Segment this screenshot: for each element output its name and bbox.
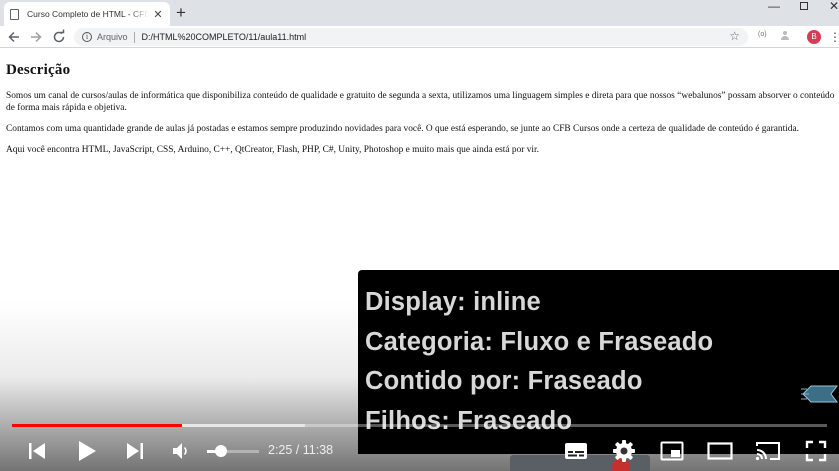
window-close-button[interactable]: ✕ <box>820 0 839 18</box>
paragraph: Contamos com uma quantidade grande de au… <box>6 124 799 134</box>
star-icon[interactable]: ☆ <box>729 29 740 43</box>
overlay-line: Filhos: Fraseado <box>365 407 573 435</box>
play-icon[interactable] <box>77 440 97 462</box>
file-icon <box>10 8 19 20</box>
tab-strip: Curso Completo de HTML - CFB Cursos ✕ + … <box>0 0 839 26</box>
new-tab-button[interactable]: + <box>176 3 186 23</box>
address-bar[interactable]: i Arquivo D:/HTML%20COMPLETO/11/aula11.h… <box>74 28 748 46</box>
previous-icon[interactable] <box>27 441 47 461</box>
profile-icon[interactable]: B <box>807 30 821 44</box>
progress-bar[interactable] <box>12 424 827 427</box>
next-icon[interactable] <box>125 441 145 461</box>
reload-icon[interactable] <box>51 29 67 45</box>
fullscreen-icon[interactable] <box>805 440 827 462</box>
progress-played <box>12 424 182 427</box>
address-chip: Arquivo <box>97 32 128 42</box>
browser-tab[interactable]: Curso Completo de HTML - CFB Cursos ✕ <box>4 2 170 26</box>
settings-icon[interactable] <box>612 439 636 463</box>
extension-icon[interactable]: (o) <box>758 31 767 38</box>
maximize-button[interactable] <box>790 0 818 18</box>
overlay-line: Contido por: Fraseado <box>365 367 643 395</box>
page-heading: Descrição <box>6 62 71 78</box>
address-url[interactable]: D:/HTML%20COMPLETO/11/aula11.html <box>142 32 307 42</box>
tab-title: Curso Completo de HTML - CFB Cursos <box>27 9 148 19</box>
captions-icon[interactable] <box>564 442 588 460</box>
time-display: 2:25 / 11:38 <box>268 443 334 457</box>
volume-icon[interactable] <box>172 441 190 461</box>
channel-logo <box>801 383 839 405</box>
tab-close-icon[interactable]: ✕ <box>152 8 164 21</box>
address-separator <box>133 31 135 43</box>
back-icon[interactable] <box>6 29 22 45</box>
browser-toolbar: i Arquivo D:/HTML%20COMPLETO/11/aula11.h… <box>0 26 839 48</box>
overlay-line: Categoria: Fluxo e Fraseado <box>365 328 714 356</box>
paragraph: Aqui você encontra HTML, JavaScript, CSS… <box>6 145 539 155</box>
miniplayer-icon[interactable] <box>660 441 684 461</box>
paragraph: Somos um canal de cursos/aulas de inform… <box>6 91 835 113</box>
page-content: Descrição Somos um canal de cursos/aulas… <box>6 62 838 165</box>
maximize-icon <box>800 2 808 10</box>
info-icon[interactable]: i <box>82 32 92 42</box>
theater-icon[interactable] <box>707 442 733 460</box>
cast-icon[interactable] <box>755 440 781 462</box>
menu-icon[interactable]: ⋮ <box>829 29 839 45</box>
volume-knob[interactable] <box>215 445 227 457</box>
account-icon[interactable] <box>780 31 790 41</box>
overlay-line: Display: inline <box>365 288 541 316</box>
minimize-button[interactable]: — <box>760 0 788 18</box>
forward-icon[interactable] <box>28 29 44 45</box>
